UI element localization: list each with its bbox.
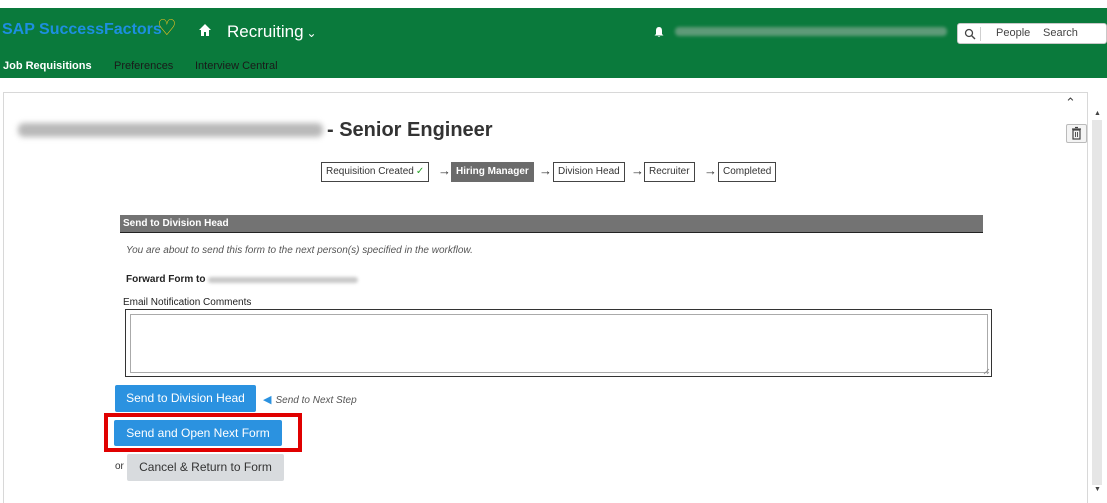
step-requisition-created: Requisition Created ✓ — [321, 162, 430, 182]
arrow-right-icon: → — [539, 163, 552, 178]
scroll-down-icon[interactable]: ▼ — [1094, 486, 1101, 493]
bell-icon[interactable] — [653, 26, 665, 38]
check-icon: ✓ — [415, 166, 425, 177]
next-step-label: Send to Next Step — [275, 395, 357, 406]
heart-icon: ♡ — [157, 15, 177, 40]
arrow-right-icon: → — [631, 163, 644, 178]
module-label: Recruiting — [227, 22, 304, 41]
module-switcher[interactable]: Recruiting ⌄ — [227, 22, 317, 42]
pointer-left-icon: ◀ — [263, 394, 272, 406]
email-comments-label: Email Notification Comments — [123, 297, 252, 308]
top-header: SAP SuccessFactors ♡ Recruiting ⌄ People … — [0, 8, 1107, 78]
cancel-return-button[interactable]: Cancel & Return to Form — [127, 454, 284, 481]
forward-form-label: Forward Form to — [126, 274, 206, 285]
search-scope[interactable]: People — [996, 27, 1030, 39]
step-hiring-manager: Hiring Manager — [451, 162, 534, 182]
brand-logo[interactable]: SAP SuccessFactors — [2, 21, 162, 39]
nav-preferences[interactable]: Preferences — [114, 60, 173, 72]
next-step-hint: ◀ Send to Next Step — [263, 393, 357, 406]
send-and-open-next-form-button[interactable]: Send and Open Next Form — [114, 420, 282, 446]
search-icon — [964, 28, 976, 40]
scrollbar[interactable]: ▲ ▼ — [1091, 110, 1103, 503]
resize-grip-icon[interactable] — [983, 368, 990, 375]
arrow-right-icon: → — [704, 163, 717, 178]
send-to-division-head-button[interactable]: Send to Division Head — [115, 385, 256, 412]
search-input[interactable]: Search — [1043, 27, 1078, 39]
step-label: Requisition Created — [326, 166, 414, 177]
page-title: - Senior Engineer — [327, 119, 493, 141]
section-header: Send to Division Head — [120, 215, 983, 233]
home-icon[interactable] — [198, 23, 212, 37]
scroll-up-icon[interactable]: ▲ — [1094, 110, 1101, 117]
search-divider — [980, 27, 981, 41]
delete-button[interactable] — [1066, 124, 1087, 143]
requisition-title-blurred — [18, 123, 323, 137]
chevron-down-icon: ⌄ — [306, 26, 317, 40]
collapse-icon[interactable]: ⌃ — [1065, 95, 1076, 111]
step-completed: Completed — [718, 162, 777, 182]
forward-recipient-blurred — [208, 277, 358, 283]
trash-icon — [1072, 126, 1081, 140]
step-division-head: Division Head — [553, 162, 625, 182]
nav-interview-central[interactable]: Interview Central — [195, 60, 278, 72]
people-search[interactable]: People Search — [957, 23, 1107, 44]
arrow-right-icon: → — [438, 163, 451, 178]
or-label: or — [115, 461, 124, 472]
step-recruiter: Recruiter — [644, 162, 695, 182]
workflow-note: You are about to send this form to the n… — [126, 245, 473, 256]
nav-job-requisitions[interactable]: Job Requisitions — [3, 60, 92, 72]
scrollbar-track[interactable] — [1092, 120, 1102, 485]
email-comments-field[interactable] — [125, 309, 992, 377]
email-comments-input[interactable] — [130, 314, 988, 373]
user-name-blurred[interactable] — [675, 27, 947, 36]
